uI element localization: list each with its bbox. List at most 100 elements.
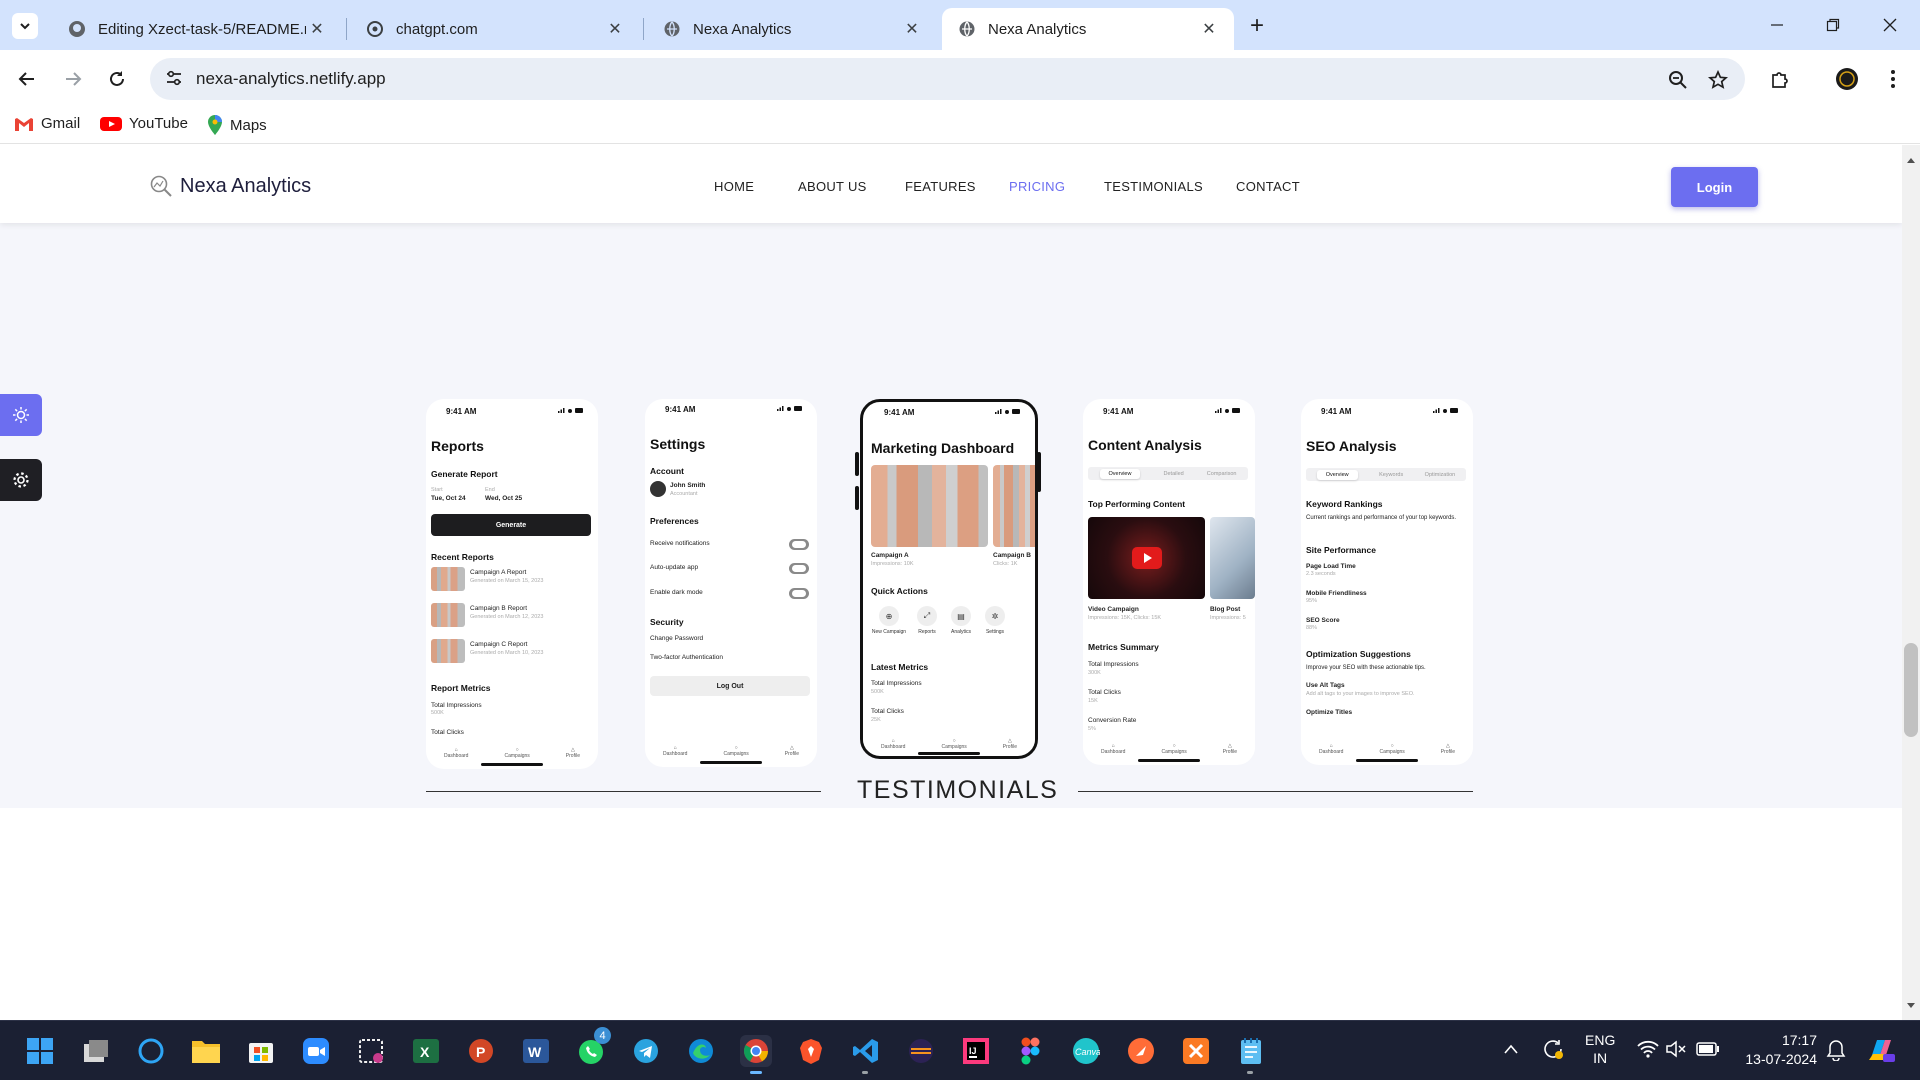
back-button[interactable]	[10, 62, 44, 96]
battery-icon[interactable]	[1696, 1042, 1720, 1059]
reload-button[interactable]	[100, 62, 134, 96]
tab-campaigns[interactable]: ○ Campaigns	[504, 747, 529, 759]
address-bar[interactable]: nexa-analytics.netlify.app	[150, 58, 1745, 100]
action-analytics[interactable]: ▤ Analytics	[947, 606, 975, 635]
tab-campaigns[interactable]: ○ Campaigns	[723, 745, 748, 757]
tab-dashboard[interactable]: ⌂ Dashboard	[663, 745, 687, 757]
campaign-name[interactable]: Campaign A	[871, 552, 909, 559]
tab-campaigns[interactable]: ○ Campaigns	[941, 738, 966, 750]
figma-icon[interactable]	[1015, 1035, 1047, 1067]
intellij-icon[interactable]: IJ	[960, 1035, 992, 1067]
excel-icon[interactable]: X	[410, 1035, 442, 1067]
bookmark-star-icon[interactable]	[1706, 68, 1730, 92]
close-icon[interactable]: ✕	[604, 18, 626, 40]
xampp-icon[interactable]	[1180, 1035, 1212, 1067]
zoom-icon[interactable]	[1666, 68, 1690, 92]
action-settings[interactable]: ✲ Settings	[981, 606, 1009, 635]
logout-button[interactable]: Log Out	[650, 676, 810, 696]
tab-profile[interactable]: △ Profile	[785, 745, 799, 757]
tab-chatgpt[interactable]: chatgpt.com ✕	[350, 8, 640, 50]
report-name[interactable]: Campaign B Report	[470, 605, 527, 612]
nav-features[interactable]: FEATURES	[905, 179, 976, 194]
clock[interactable]: 17:17 13-07-2024	[1737, 1031, 1817, 1069]
vscode-icon[interactable]	[850, 1035, 882, 1074]
show-hidden-icons-button[interactable]	[1504, 1041, 1518, 1057]
seg-comparison[interactable]: Comparison	[1207, 471, 1237, 477]
blog-thumbnail[interactable]	[1210, 517, 1255, 599]
close-window-button[interactable]	[1870, 10, 1910, 40]
wifi-icon[interactable]	[1637, 1040, 1659, 1061]
close-icon[interactable]: ✕	[1198, 18, 1220, 40]
seg-overview[interactable]: Overview	[1316, 469, 1358, 480]
restore-button[interactable]	[1813, 10, 1853, 40]
tab-profile[interactable]: △ Profile	[1223, 743, 1237, 755]
tab-profile[interactable]: △ Profile	[1003, 738, 1017, 750]
language-indicator[interactable]: ENG IN	[1585, 1031, 1615, 1067]
telegram-icon[interactable]	[630, 1035, 662, 1067]
action-new-campaign[interactable]: ⊕ New Campaign	[871, 606, 907, 635]
close-icon[interactable]: ✕	[901, 18, 923, 40]
word-icon[interactable]: W	[520, 1035, 552, 1067]
login-button[interactable]: Login	[1671, 167, 1758, 207]
tab-dashboard[interactable]: ⌂ Dashboard	[1319, 743, 1343, 755]
end-date[interactable]: Wed, Oct 25	[485, 495, 522, 502]
volume-muted-icon[interactable]	[1665, 1040, 1687, 1061]
tab-nexa-1[interactable]: Nexa Analytics ✕	[647, 8, 937, 50]
bookmark-gmail[interactable]: Gmail	[14, 115, 80, 132]
notepad-icon[interactable]	[1235, 1035, 1267, 1074]
start-date[interactable]: Tue, Oct 24	[431, 495, 466, 502]
seg-detailed[interactable]: Detailed	[1164, 471, 1184, 477]
whatsapp-icon[interactable]: 4	[575, 1027, 611, 1067]
canva-icon[interactable]: Canva	[1070, 1035, 1102, 1067]
chrome-icon[interactable]	[740, 1035, 772, 1074]
file-explorer-icon[interactable]	[190, 1035, 222, 1067]
change-password-link[interactable]: Change Password	[650, 635, 703, 642]
minimize-button[interactable]	[1757, 10, 1797, 40]
new-tab-button[interactable]: +	[1243, 12, 1271, 40]
microsoft-store-icon[interactable]	[245, 1035, 277, 1067]
cortana-icon[interactable]	[135, 1035, 167, 1067]
page-scrollbar[interactable]	[1902, 145, 1920, 1020]
notifications-toggle[interactable]	[789, 539, 809, 550]
report-name[interactable]: Campaign C Report	[470, 641, 527, 648]
content-name[interactable]: Blog Post	[1210, 606, 1240, 613]
sync-status-icon[interactable]	[1541, 1037, 1565, 1064]
tab-campaigns[interactable]: ○ Campaigns	[1379, 743, 1404, 755]
profile-avatar[interactable]	[1830, 62, 1864, 96]
seg-overview[interactable]: Overview	[1099, 468, 1141, 479]
nav-home[interactable]: HOME	[714, 179, 754, 194]
bookmark-youtube[interactable]: YouTube	[100, 115, 188, 132]
extensions-button[interactable]	[1763, 62, 1797, 96]
tab-profile[interactable]: △ Profile	[566, 747, 580, 759]
tab-campaigns[interactable]: ○ Campaigns	[1161, 743, 1186, 755]
tab-github[interactable]: Editing Xzect-task-5/README.m ✕	[52, 8, 342, 50]
powerpoint-icon[interactable]: P	[465, 1035, 497, 1067]
nav-contact[interactable]: CONTACT	[1236, 179, 1300, 194]
snipping-tool-icon[interactable]	[355, 1035, 387, 1067]
tab-dashboard[interactable]: ⌂ Dashboard	[1101, 743, 1125, 755]
tab-profile[interactable]: △ Profile	[1441, 743, 1455, 755]
action-reports[interactable]: ⤢ Reports	[913, 606, 941, 635]
auto-update-toggle[interactable]	[789, 563, 809, 574]
generate-button[interactable]: Generate	[431, 514, 591, 536]
close-icon[interactable]: ✕	[306, 18, 328, 40]
brave-icon[interactable]	[795, 1035, 827, 1067]
site-settings-icon[interactable]	[164, 68, 184, 93]
browser-menu-button[interactable]	[1876, 62, 1910, 96]
bookmark-maps[interactable]: Maps	[207, 115, 267, 135]
tab-dashboard[interactable]: ⌂ Dashboard	[881, 738, 905, 750]
notification-bell-icon[interactable]	[1826, 1039, 1846, 1064]
tab-search-button[interactable]	[12, 13, 38, 39]
scroll-down-arrow-icon[interactable]	[1907, 1003, 1915, 1009]
task-view-icon[interactable]	[80, 1035, 112, 1067]
zoom-icon[interactable]	[300, 1035, 332, 1067]
theme-toggle-button[interactable]	[0, 394, 42, 436]
scroll-up-arrow-icon[interactable]	[1907, 157, 1915, 163]
settings-floating-button[interactable]	[0, 459, 42, 501]
seg-optimization[interactable]: Optimization	[1425, 472, 1456, 478]
seg-keywords[interactable]: Keywords	[1379, 472, 1403, 478]
edge-icon[interactable]	[685, 1035, 717, 1067]
campaign-name[interactable]: Campaign B	[993, 552, 1031, 559]
postman-icon[interactable]	[1125, 1035, 1157, 1067]
nav-testimonials[interactable]: TESTIMONIALS	[1104, 179, 1203, 194]
